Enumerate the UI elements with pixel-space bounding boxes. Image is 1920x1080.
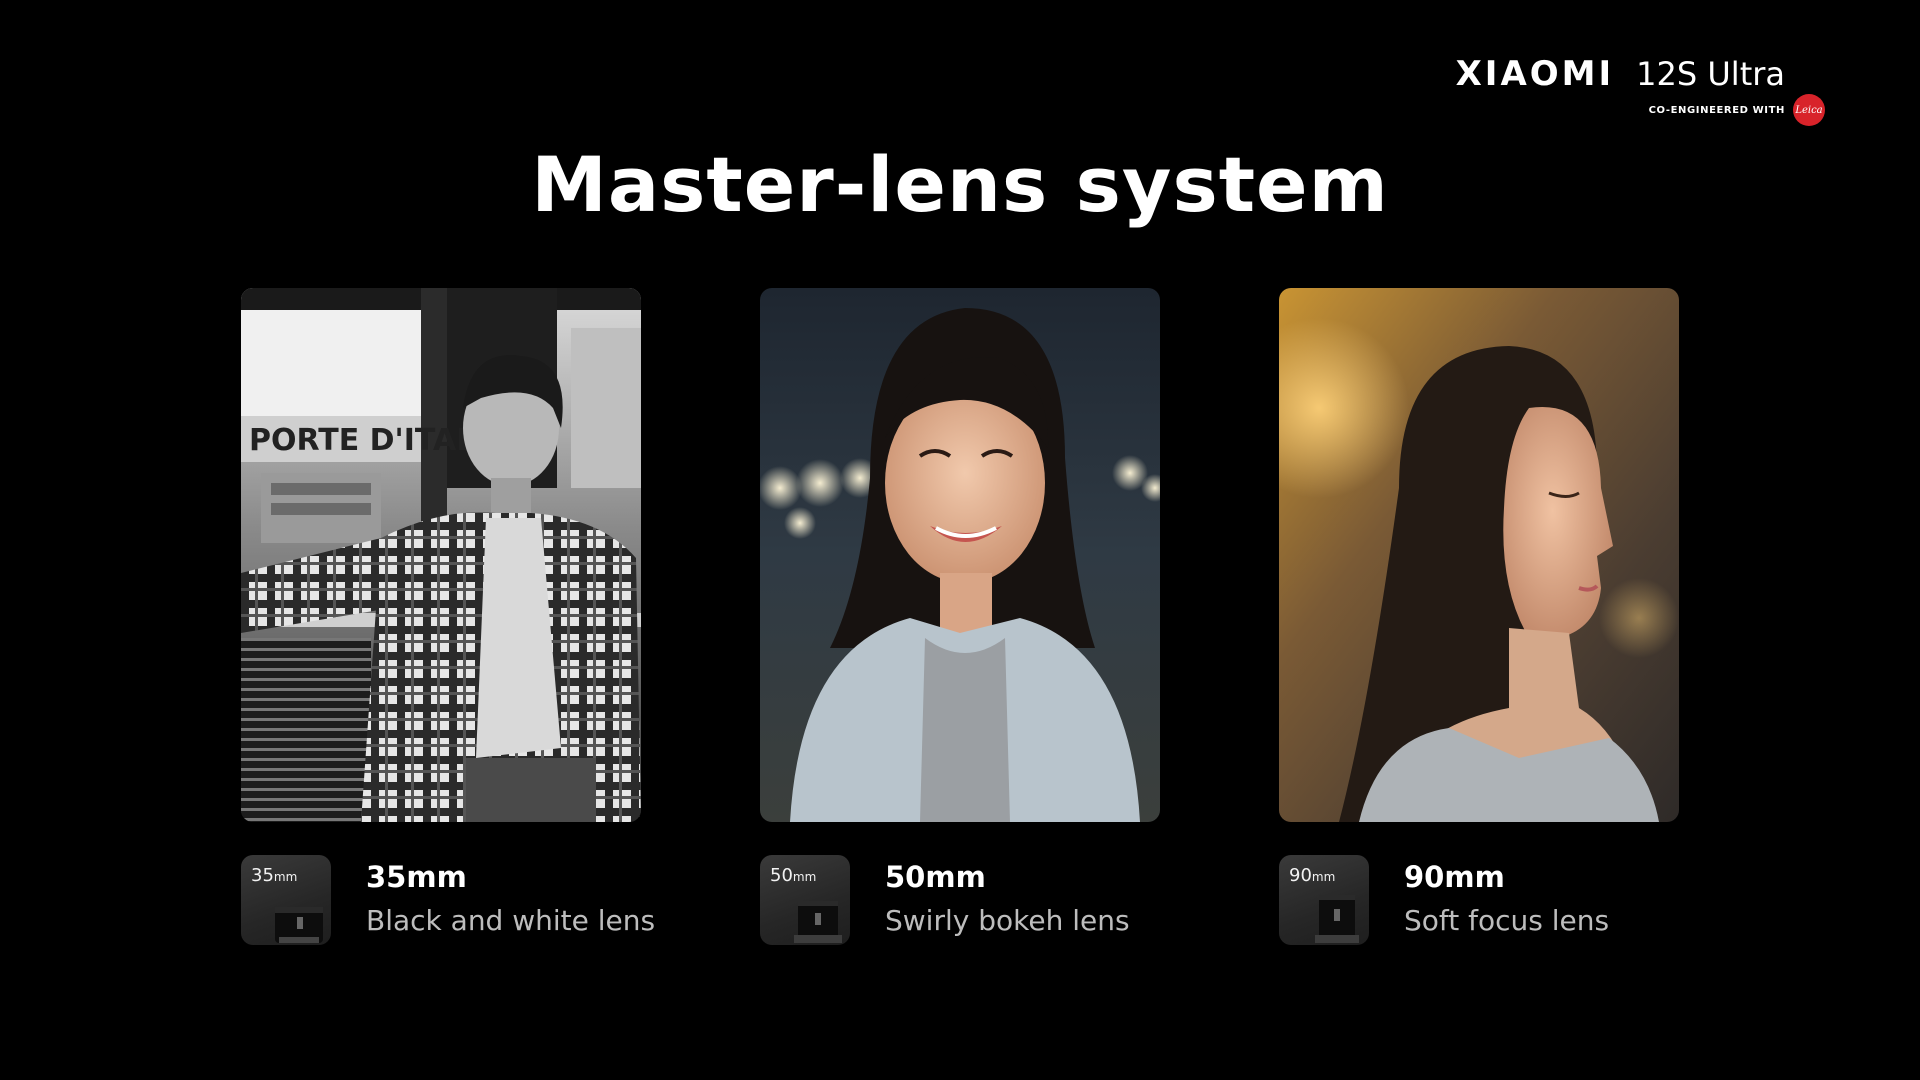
lens-description: Black and white lens xyxy=(366,904,656,937)
leica-logo-text: Leica xyxy=(1795,104,1823,116)
lens-card-90mm: 90mm 90mm Soft focus lens xyxy=(1279,288,1679,945)
photo-black-and-white: PORTE D'ITALIE xyxy=(241,288,641,822)
camera-lens-icon xyxy=(1315,895,1359,943)
co-engineered-line: CO-ENGINEERED WITH Leica xyxy=(1649,94,1825,126)
lens-tile-35mm: 35mm xyxy=(241,855,331,945)
slide: XIAOMI 12S Ultra CO-ENGINEERED WITH Leic… xyxy=(0,0,1920,1080)
brand-line: XIAOMI 12S Ultra xyxy=(1456,54,1785,94)
lens-info-90mm: 90mm 90mm Soft focus lens xyxy=(1279,855,1759,947)
lens-text-90mm: 90mm Soft focus lens xyxy=(1404,857,1609,945)
brand-model: 12S Ultra xyxy=(1636,55,1785,93)
lens-description: Swirly bokeh lens xyxy=(885,904,1130,937)
camera-lens-icon xyxy=(275,907,323,943)
photo-soft-focus-image xyxy=(1279,288,1679,822)
co-engineered-text: CO-ENGINEERED WITH xyxy=(1648,104,1785,116)
lens-card-35mm: PORTE D'ITALIE 35mm 35mm Black and white… xyxy=(241,288,655,945)
lens-tile-label: 90mm xyxy=(1289,865,1336,886)
lens-tile-50mm: 50mm xyxy=(760,855,850,945)
camera-lens-icon xyxy=(794,901,842,943)
page-title: Master-lens system xyxy=(531,140,1389,229)
lens-text-35mm: 35mm Black and white lens xyxy=(366,857,655,945)
leica-logo-icon: Leica xyxy=(1793,94,1825,126)
lens-text-50mm: 50mm Swirly bokeh lens xyxy=(885,857,1130,945)
lens-name: 35mm xyxy=(366,860,467,894)
photo-bw-image: PORTE D'ITALIE xyxy=(241,288,641,822)
brand-name: XIAOMI xyxy=(1455,54,1615,94)
photo-bokeh-image xyxy=(760,288,1160,822)
photo-soft-focus xyxy=(1279,288,1679,822)
lens-tile-label: 35mm xyxy=(251,865,298,886)
lens-name: 50mm xyxy=(885,860,986,894)
lens-description: Soft focus lens xyxy=(1404,904,1610,937)
brand-block: XIAOMI 12S Ultra CO-ENGINEERED WITH Leic… xyxy=(1405,54,1825,134)
lens-info-35mm: 35mm 35mm Black and white lens xyxy=(241,855,721,947)
lens-tile-90mm: 90mm xyxy=(1279,855,1369,945)
lens-card-50mm: 50mm 50mm Swirly bokeh lens xyxy=(760,288,1160,945)
lens-name: 90mm xyxy=(1404,860,1505,894)
lens-info-50mm: 50mm 50mm Swirly bokeh lens xyxy=(760,855,1240,947)
photo-swirly-bokeh xyxy=(760,288,1160,822)
lens-tile-label: 50mm xyxy=(770,865,817,886)
